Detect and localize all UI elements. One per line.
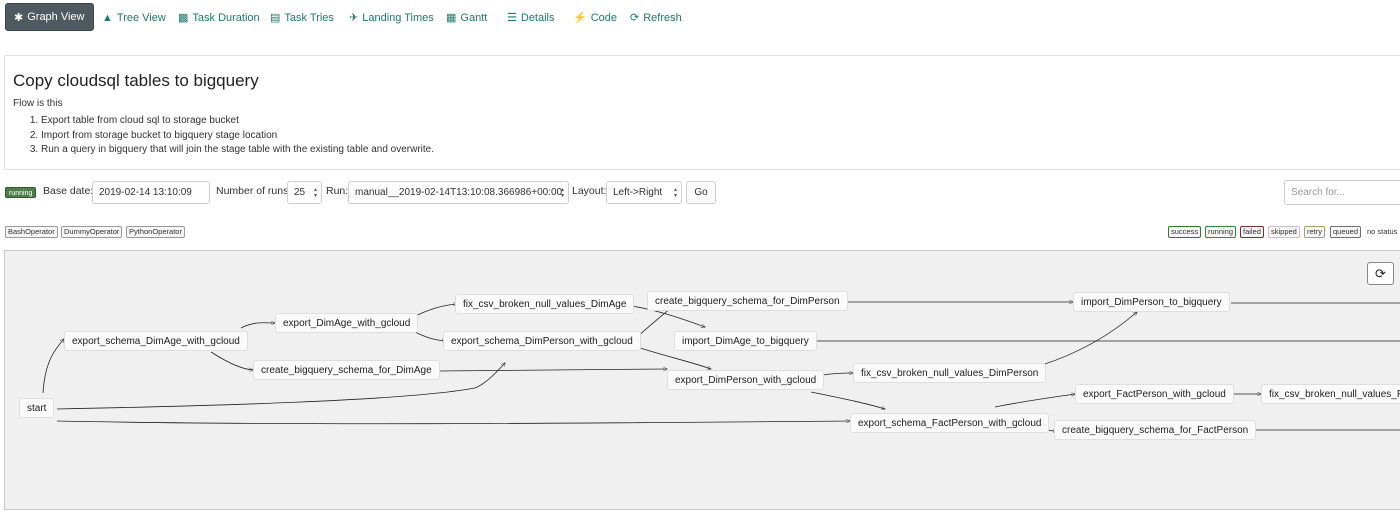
task-node[interactable]: export_schema_DimAge_with_gcloud — [64, 331, 248, 351]
list-icon: ☰ — [507, 12, 517, 24]
tab-refresh[interactable]: ⟳ Refresh — [630, 4, 682, 31]
nav-tabs: ✱ Graph View ▲ Tree View ▩ Task Duration… — [0, 0, 1400, 34]
graph-edge — [437, 369, 667, 372]
graph-controls: running Base date: 2019-02-14 13:10:09 N… — [0, 178, 1400, 208]
tab-label: Graph View — [27, 11, 85, 23]
search-input[interactable]: Search for... — [1284, 180, 1400, 205]
plane-icon: ✈ — [349, 12, 359, 24]
graph-edge — [1041, 312, 1137, 366]
status-chip-failed[interactable]: failed — [1240, 226, 1264, 238]
dag-state-badge: running — [5, 187, 37, 198]
run-select[interactable]: manual__2019-02-14T13:10:08.366986+00:00 — [348, 181, 569, 204]
description-step: Run a query in bigquery that will join t… — [41, 143, 434, 158]
task-node[interactable]: import_DimPerson_to_bigquery — [1073, 292, 1230, 312]
dag-graph-canvas[interactable]: ⟳ start export_schema_DimAge_with_gcloud… — [4, 250, 1400, 510]
tab-task-tries[interactable]: ▤ Task Tries — [270, 4, 334, 31]
description-step: Import from storage bucket to bigquery s… — [41, 129, 434, 144]
status-chip-retry[interactable]: retry — [1304, 226, 1325, 238]
operator-chip: DummyOperator — [61, 226, 123, 238]
task-node[interactable]: export_DimPerson_with_gcloud — [667, 370, 825, 390]
tab-gantt[interactable]: ▦ Gantt — [446, 4, 487, 31]
task-node[interactable]: fix_csv_broken_null_values_Fa — [1261, 384, 1400, 404]
status-chip-skipped[interactable]: skipped — [1268, 226, 1300, 238]
tab-label: Task Tries — [284, 11, 334, 24]
gantt-icon: ▦ — [446, 12, 457, 24]
status-legend: success running failed skipped retry que… — [1160, 226, 1400, 238]
layout-label: Layout: — [572, 185, 607, 197]
num-runs-label: Number of runs: — [216, 185, 292, 197]
tab-landing-times[interactable]: ✈ Landing Times — [349, 4, 434, 31]
operator-legend: BashOperator DummyOperator PythonOperato… — [0, 226, 400, 238]
run-label: Run: — [326, 185, 349, 197]
tab-label: Refresh — [643, 11, 682, 24]
graph-edge — [994, 394, 1075, 408]
graph-edge — [412, 304, 457, 318]
graph-edge — [412, 330, 446, 341]
task-node[interactable]: import_DimAge_to_bigquery — [674, 331, 817, 351]
refresh-icon: ⟳ — [630, 12, 640, 24]
tree-icon: ▲ — [102, 11, 113, 24]
task-node[interactable]: fix_csv_broken_null_values_DimAge — [455, 294, 635, 314]
task-node[interactable]: create_bigquery_schema_for_DimPerson — [647, 291, 848, 311]
status-no-status: no status — [1367, 227, 1398, 236]
dag-description-panel: Copy cloudsql tables to bigquery Flow is… — [4, 55, 1400, 170]
description-steps: Export table from cloud sql to storage b… — [13, 114, 434, 158]
num-runs-select[interactable]: 25 — [287, 181, 322, 204]
operator-chip: BashOperator — [5, 226, 58, 238]
task-node[interactable]: export_DimAge_with_gcloud — [275, 313, 419, 333]
tab-label: Gantt — [460, 11, 488, 24]
graph-edge — [240, 323, 275, 329]
status-chip-success[interactable]: success — [1168, 226, 1202, 238]
operator-chip: PythonOperator — [126, 226, 185, 238]
task-node[interactable]: create_bigquery_schema_for_FactPerson — [1054, 420, 1257, 440]
graph-edge — [822, 373, 853, 376]
refresh-icon: ⟳ — [1375, 265, 1386, 281]
task-node[interactable]: export_FactPerson_with_gcloud — [1075, 384, 1234, 404]
graph-edge — [810, 391, 885, 409]
base-date-label: Base date: — [43, 185, 94, 197]
tab-code[interactable]: ⚡ Code — [573, 4, 617, 31]
asterisk-icon: ✱ — [14, 11, 24, 24]
description-step: Export table from cloud sql to storage b… — [41, 114, 434, 129]
status-chip-running[interactable]: running — [1205, 226, 1237, 238]
tab-label: Details — [520, 11, 555, 24]
tab-label: Task Duration — [192, 11, 260, 24]
task-node[interactable]: create_bigquery_schema_for_DimAge — [253, 360, 440, 380]
tab-task-duration[interactable]: ▩ Task Duration — [178, 4, 260, 31]
task-node[interactable]: start — [19, 398, 55, 418]
tasks-icon: ▤ — [270, 12, 281, 24]
layout-value: Left->Right — [613, 187, 663, 198]
flash-icon: ⚡ — [573, 12, 587, 24]
num-runs-value: 25 — [294, 187, 306, 198]
go-button[interactable]: Go — [686, 181, 716, 204]
bar-chart-icon: ▩ — [178, 12, 189, 24]
run-value: manual__2019-02-14T13:10:08.366986+00:00 — [355, 187, 563, 198]
graph-edge — [210, 351, 253, 370]
tab-label: Tree View — [116, 11, 166, 24]
description-intro: Flow is this — [13, 98, 63, 109]
tab-graph-view[interactable]: ✱ Graph View — [5, 3, 94, 31]
tab-label: Landing Times — [362, 11, 434, 24]
base-date-input[interactable]: 2019-02-14 13:10:09 — [92, 181, 210, 204]
status-chip-queued[interactable]: queued — [1330, 226, 1362, 238]
graph-edge — [42, 339, 64, 394]
layout-select[interactable]: Left->Right — [606, 181, 682, 204]
graph-refresh-button[interactable]: ⟳ — [1367, 262, 1394, 285]
tab-label: Code — [590, 11, 617, 24]
task-node[interactable]: fix_csv_broken_null_values_DimPerson — [853, 363, 1047, 383]
graph-edge — [56, 421, 850, 425]
task-node[interactable]: export_schema_FactPerson_with_gcloud — [850, 413, 1050, 433]
tab-details[interactable]: ☰ Details — [507, 4, 555, 31]
tab-tree-view[interactable]: ▲ Tree View — [102, 4, 166, 31]
dag-title: Copy cloudsql tables to bigquery — [13, 71, 259, 90]
task-node[interactable]: export_schema_DimPerson_with_gcloud — [443, 331, 641, 351]
